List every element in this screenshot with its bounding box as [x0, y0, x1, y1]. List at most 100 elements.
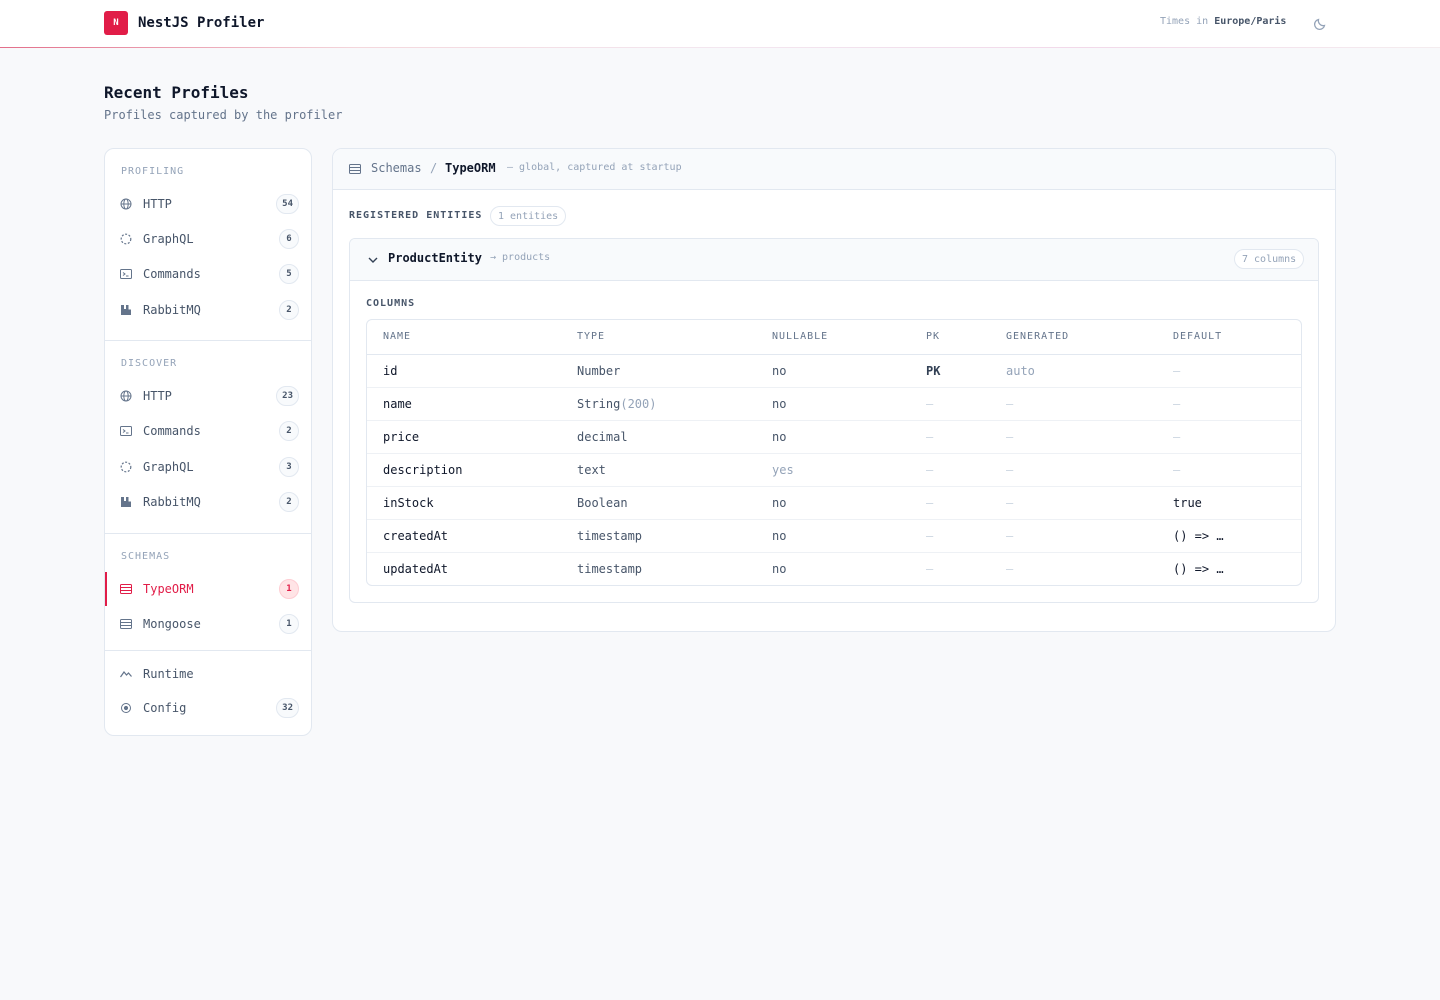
type-base: String — [577, 397, 621, 411]
columns-table: NAME TYPE NULLABLE PK GENERATED DEFAULT … — [366, 319, 1302, 586]
sidebar-item-profiling-http[interactable]: HTTP 54 — [105, 187, 311, 221]
cell-default: () => … — [1173, 562, 1224, 576]
sidebar-item-discover-commands[interactable]: Commands 2 — [105, 414, 311, 448]
sidebar-item-label: GraphQL — [143, 460, 194, 474]
columns-title: COLUMNS — [366, 298, 416, 309]
divider — [105, 533, 311, 534]
times-in-label: Times in — [1160, 16, 1209, 27]
cell-type: decimal — [577, 430, 628, 444]
cell-name: id — [383, 364, 398, 378]
cell-name: name — [383, 397, 412, 411]
sidebar-item-label: Runtime — [143, 667, 194, 681]
moon-icon[interactable] — [1312, 16, 1328, 32]
columns-count-badge: 7 columns — [1234, 249, 1305, 269]
count-badge: 2 — [279, 492, 299, 512]
rabbitmq-icon — [121, 497, 131, 507]
type-base: Number — [577, 364, 621, 378]
table-row: description text yes — — — — [367, 454, 1301, 487]
cell-type: Boolean — [577, 496, 628, 510]
terminal-icon — [120, 426, 132, 436]
sidebar-item-label: HTTP — [143, 197, 172, 211]
cell-nullable: no — [772, 430, 787, 444]
count-badge: 2 — [279, 300, 299, 320]
table-icon — [349, 164, 361, 174]
count-badge: 1 — [279, 579, 299, 599]
table-row: name String(200) no — — — — [367, 388, 1301, 421]
sidebar-item-discover-rabbitmq[interactable]: RabbitMQ 2 — [105, 485, 311, 519]
sidebar-item-profiling-graphql[interactable]: GraphQL 6 — [105, 222, 311, 256]
section-title-discover: DISCOVER — [121, 358, 178, 369]
table-icon — [120, 584, 132, 594]
cell-pk: — — [926, 430, 934, 444]
cell-pk: — — [926, 562, 934, 576]
sidebar-item-profiling-commands[interactable]: Commands 5 — [105, 257, 311, 291]
activity-icon — [120, 671, 132, 678]
count-badge: 6 — [279, 229, 299, 249]
schema-panel: Schemas / TypeORM — global, captured at … — [332, 148, 1336, 632]
entity-name: ProductEntity — [388, 251, 482, 265]
sidebar-item-label: HTTP — [143, 389, 172, 403]
entity-header[interactable]: ProductEntity → products 7 columns — [350, 239, 1318, 281]
column-header-default: DEFAULT — [1173, 331, 1223, 342]
rabbitmq-icon — [121, 305, 131, 315]
breadcrumb-schemas[interactable]: Schemas — [371, 161, 422, 175]
sidebar-item-label: Commands — [143, 424, 201, 438]
divider — [105, 650, 311, 651]
table-row: updatedAt timestamp no — — () => … — [367, 553, 1301, 585]
sidebar-item-runtime[interactable]: Runtime — [105, 657, 311, 691]
column-header-generated: GENERATED — [1006, 331, 1070, 342]
breadcrumb: Schemas / TypeORM — global, captured at … — [333, 149, 1335, 190]
sidebar-item-label: TypeORM — [143, 582, 194, 596]
cell-nullable: no — [772, 397, 787, 411]
page-subtitle: Profiles captured by the profiler — [104, 108, 343, 122]
sidebar-item-discover-http[interactable]: HTTP 23 — [105, 379, 311, 413]
cell-type: timestamp — [577, 529, 642, 543]
sidebar-item-label: Commands — [143, 267, 201, 281]
count-badge: 54 — [276, 194, 299, 214]
breadcrumb-separator: / — [430, 161, 438, 175]
column-header-type: TYPE — [577, 331, 606, 342]
cell-generated: — — [1006, 463, 1014, 477]
cell-nullable: no — [772, 529, 787, 543]
column-header-pk: PK — [926, 331, 941, 342]
sidebar-item-label: RabbitMQ — [143, 495, 201, 509]
entity-table-name: → products — [490, 252, 551, 263]
breadcrumb-current: TypeORM — [445, 161, 496, 175]
cell-generated: — — [1006, 529, 1014, 543]
table-icon — [120, 619, 132, 629]
section-title-profiling: PROFILING — [121, 166, 185, 177]
chevron-down-icon[interactable] — [366, 253, 380, 267]
cell-name: description — [383, 463, 463, 477]
sidebar-item-label: Config — [143, 701, 187, 715]
count-badge: 5 — [279, 264, 299, 284]
sidebar-item-profiling-rabbitmq[interactable]: RabbitMQ 2 — [105, 293, 311, 327]
cell-default: — — [1173, 463, 1181, 477]
sidebar-item-schemas-mongoose[interactable]: Mongoose 1 — [105, 607, 311, 641]
top-bar: N NestJS Profiler Times in Europe/Paris — [0, 0, 1440, 48]
table-row: id Number no PK auto — — [367, 355, 1301, 388]
cell-pk: — — [926, 397, 934, 411]
cell-type: Number — [577, 364, 620, 378]
cell-nullable: no — [772, 562, 787, 576]
column-header-name: NAME — [383, 331, 412, 342]
cell-default: — — [1173, 430, 1181, 444]
timezone-indicator: Times in Europe/Paris — [1160, 16, 1286, 27]
table-row: inStock Boolean no — — true — [367, 487, 1301, 520]
breadcrumb-note: — global, captured at startup — [507, 162, 682, 173]
cell-generated: auto — [1006, 364, 1035, 378]
app-name: NestJS Profiler — [138, 15, 265, 31]
cell-generated: — — [1006, 397, 1014, 411]
entities-count-badge: 1 entities — [490, 206, 567, 226]
sidebar-item-schemas-typeorm[interactable]: TypeORM 1 — [105, 572, 311, 606]
sidebar-item-config[interactable]: Config 32 — [105, 691, 311, 725]
brand-logo: N — [104, 11, 128, 35]
sidebar-item-discover-graphql[interactable]: GraphQL 3 — [105, 450, 311, 484]
dashed-circle-icon — [120, 233, 132, 245]
cell-default: true — [1173, 496, 1202, 510]
table-row: price decimal no — — — — [367, 421, 1301, 454]
brand[interactable]: N NestJS Profiler — [104, 11, 264, 35]
page-title: Recent Profiles — [104, 83, 249, 102]
table-header: NAME TYPE NULLABLE PK GENERATED DEFAULT — [367, 320, 1301, 355]
sidebar-item-label: Mongoose — [143, 617, 201, 631]
dashed-circle-icon — [120, 461, 132, 473]
